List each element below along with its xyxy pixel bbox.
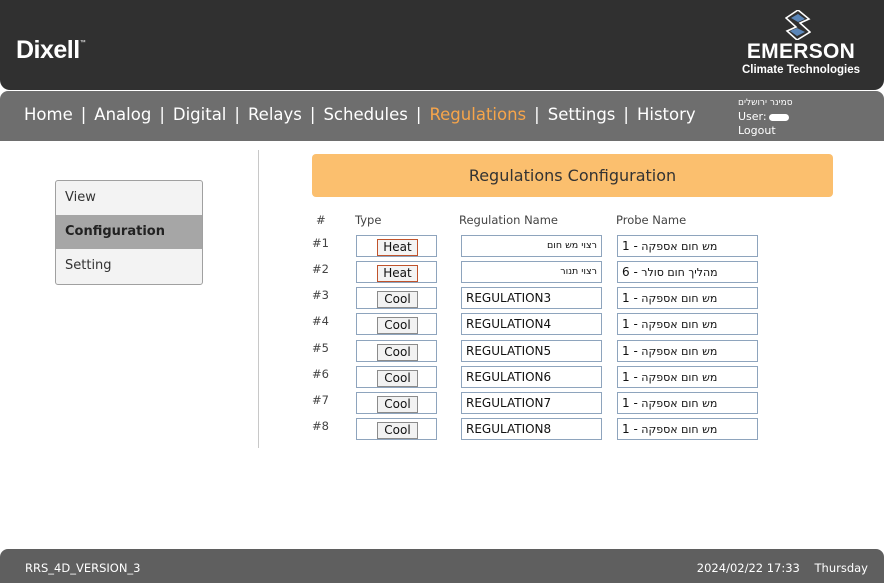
type-cell: Cool [356,340,437,362]
row-number: #3 [312,288,329,302]
type-cell: Cool [356,366,437,388]
row-number: #8 [312,419,329,433]
regulation-name-input[interactable]: REGULATION6 [461,366,602,388]
nav-item-home[interactable]: Home [24,105,73,124]
probe-label: מש חום אספקה [641,318,718,331]
emerson-name: EMERSON [746,40,856,63]
col-header-name: Regulation Name [459,213,558,227]
datetime-label: 2024/02/22 17:33 Thursday [696,561,868,575]
nav-separator: | [534,105,540,124]
regulation-name-input[interactable]: רצוי תנור [461,261,602,283]
probe-number: 1 - [622,396,638,410]
probe-name-select[interactable]: 6 - מהליך חום סולר [617,261,758,283]
sidebar-item-setting[interactable]: Setting [56,249,202,283]
type-toggle-button[interactable]: Heat [377,239,418,256]
probe-name-select[interactable]: 1 - מש חום אספקה [617,418,758,440]
emerson-logo: EMERSON Climate Technologies [736,10,866,80]
probe-label: מש חום אספקה [641,397,718,410]
dixell-logo: Dixell™ [16,36,86,64]
probe-name-select[interactable]: 1 - מש חום אספקה [617,392,758,414]
probe-name-select[interactable]: 1 - מש חום אספקה [617,235,758,257]
type-cell: Cool [356,418,437,440]
probe-name-select[interactable]: 1 - מש חום אספקה [617,340,758,362]
sidebar-menu: View Configuration Setting [55,180,203,285]
site-name: סמינר ירושלים [738,98,793,108]
probe-name-select[interactable]: 1 - מש חום אספקה [617,287,758,309]
type-toggle-button[interactable]: Cool [377,370,418,387]
type-toggle-button[interactable]: Cool [377,317,418,334]
nav-separator: | [80,105,87,124]
nav-item-relays[interactable]: Relays [248,105,302,124]
type-toggle-button[interactable]: Cool [377,344,418,361]
type-cell: Heat [356,261,437,283]
probe-label: מש חום אספקה [641,371,718,384]
probe-label: מש חום אספקה [641,345,718,358]
version-label: RRS_4D_VERSION_3 [25,561,141,575]
regulation-name-input[interactable]: REGULATION3 [461,287,602,309]
probe-number: 1 - [622,291,638,305]
row-number: #7 [312,393,329,407]
type-cell: Cool [356,287,437,309]
probe-number: 1 - [622,239,638,253]
emerson-mark-icon [785,10,811,40]
regulation-name-input[interactable]: REGULATION5 [461,340,602,362]
type-cell: Cool [356,313,437,335]
app-header: Dixell™ EMERSON Climate Technologies [0,0,884,90]
col-header-type: Type [355,213,382,227]
row-number: #4 [312,314,329,328]
emerson-subtitle: Climate Technologies [741,64,860,76]
nav-separator: | [623,105,629,124]
col-header-probe: Probe Name [616,213,687,227]
nav-item-schedules[interactable]: Schedules [323,105,407,124]
vertical-divider [258,150,259,448]
probe-label: מש חום אספקה [641,292,718,305]
type-toggle-button[interactable]: Cool [377,396,418,413]
nav-separator: | [234,105,240,124]
logout-link[interactable]: Logout [738,124,793,138]
nav-item-history[interactable]: History [637,105,696,124]
user-line: User: [738,110,793,124]
row-number: #6 [312,367,329,381]
nav-separator: | [159,105,165,124]
row-number: #1 [312,236,329,250]
user-name-redacted [768,113,789,121]
probe-number: 1 - [622,344,638,358]
row-number: #5 [312,341,329,355]
user-box: סמינר ירושלים User: Logout [738,96,793,138]
regulation-name-input[interactable]: REGULATION4 [461,313,602,335]
sidebar-item-view[interactable]: View [56,181,202,215]
type-cell: Heat [356,235,437,257]
probe-label: מש חום אספקה [641,423,718,436]
nav-item-digital[interactable]: Digital [173,105,227,124]
type-toggle-button[interactable]: Cool [377,291,418,308]
sidebar-item-configuration[interactable]: Configuration [56,215,202,249]
nav-separator: | [415,105,422,124]
status-footer: RRS_4D_VERSION_3 2024/02/22 17:33 Thursd… [0,549,884,583]
nav-separator: | [309,105,316,124]
col-header-num: # [316,213,326,227]
nav-item-analog[interactable]: Analog [94,105,151,124]
probe-name-select[interactable]: 1 - מש חום אספקה [617,313,758,335]
type-toggle-button[interactable]: Cool [377,422,418,439]
type-toggle-button[interactable]: Heat [377,265,418,282]
probe-number: 1 - [622,422,638,436]
regulation-name-input[interactable]: REGULATION8 [461,418,602,440]
probe-name-select[interactable]: 1 - מש חום אספקה [617,366,758,388]
row-number: #2 [312,262,329,276]
nav-item-settings[interactable]: Settings [548,105,616,124]
probe-label: מהליך חום סולר [641,266,718,279]
nav-item-regulations[interactable]: Regulations [429,105,526,124]
probe-number: 1 - [622,317,638,331]
regulation-name-input[interactable]: REGULATION7 [461,392,602,414]
probe-label: מש חום אספקה [641,240,718,253]
regulation-name-input[interactable]: רצוי מש חום [461,235,602,257]
type-cell: Cool [356,392,437,414]
probe-number: 6 - [622,265,638,279]
probe-number: 1 - [622,370,638,384]
main-nav: Home | Analog | Digital | Relays | Schedules | Reg… [24,105,696,124]
page-title: Regulations Configuration [312,154,833,197]
